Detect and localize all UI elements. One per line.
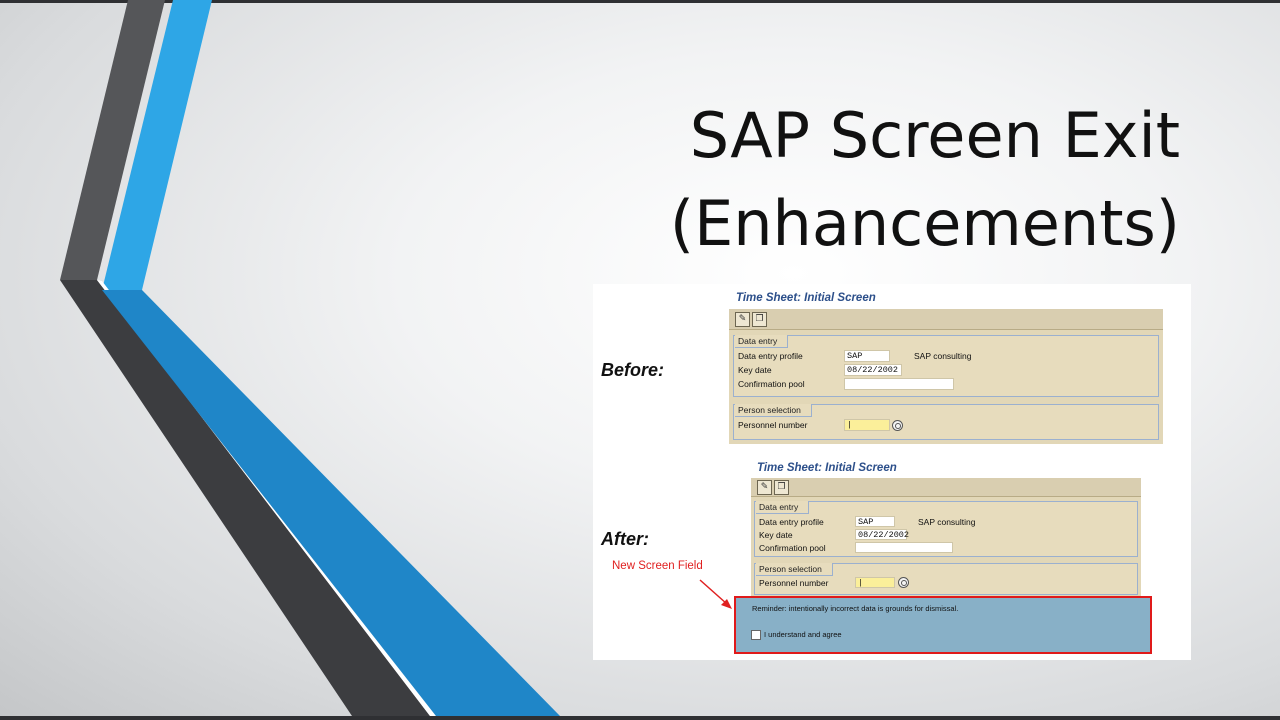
dark-band-lower <box>60 280 430 716</box>
bottom-border <box>0 716 1280 720</box>
reminder-text: Reminder: intentionally incorrect data i… <box>752 604 959 613</box>
agree-checkbox[interactable] <box>751 630 761 640</box>
slide-title: SAP Screen Exit (Enhancements) <box>460 92 1180 268</box>
title-line-2: (Enhancements) <box>669 187 1180 260</box>
new-screen-field-box: Reminder: intentionally incorrect data i… <box>734 596 1152 654</box>
agree-label: I understand and agree <box>764 630 842 639</box>
comparison-screenshot: Before: Time Sheet: Initial Screen ✎ ❐ D… <box>593 284 1191 660</box>
title-line-1: SAP Screen Exit <box>689 99 1180 172</box>
